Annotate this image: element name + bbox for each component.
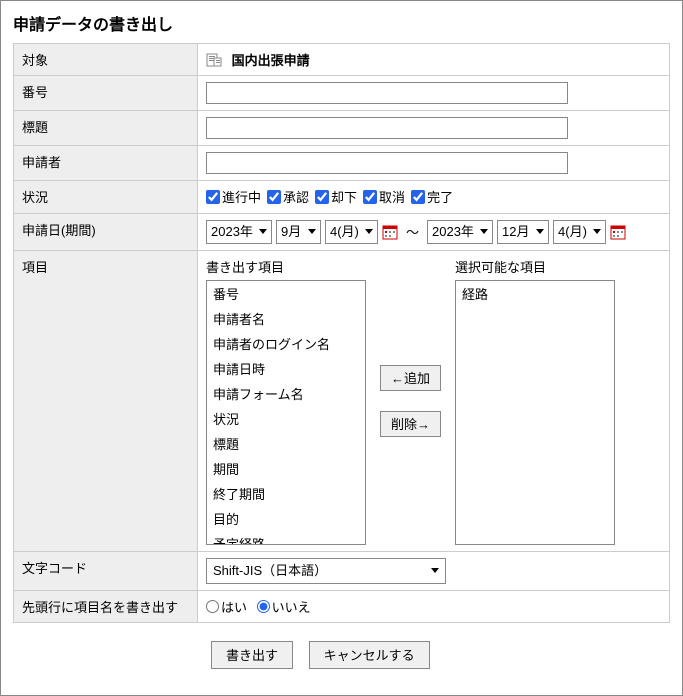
cell-status: 進行中 承認 却下 取消 完了 (198, 181, 670, 214)
label-status: 状況 (14, 181, 198, 214)
export-listbox[interactable]: 番号申請者名申請者のログイン名申請日時申請フォーム名状況標題期間終了期間目的予定… (206, 280, 366, 545)
cancel-button[interactable]: キャンセルする (309, 641, 430, 669)
cell-encoding: Shift-JIS（日本語） (198, 551, 670, 590)
status-checkbox-4[interactable]: 完了 (411, 187, 453, 206)
number-input[interactable] (206, 82, 568, 104)
label-subject: 標題 (14, 111, 198, 146)
status-checkbox-0[interactable]: 進行中 (206, 187, 261, 206)
radio-no-label[interactable]: いいえ (257, 597, 311, 616)
encoding-select[interactable]: Shift-JIS（日本語） (206, 558, 446, 584)
page-title: 申請データの書き出し (13, 11, 670, 35)
add-button[interactable]: ←追加 (380, 365, 441, 391)
status-checkbox-text: 進行中 (222, 187, 261, 206)
date-separator: ～ (406, 222, 419, 241)
cell-items: 書き出す項目 番号申請者名申請者のログイン名申請日時申請フォーム名状況標題期間終… (198, 250, 670, 551)
cell-target: 国内出張申請 (198, 44, 670, 76)
label-headerrow: 先頭行に項目名を書き出す (14, 590, 198, 622)
list-item[interactable]: 終了期間 (207, 481, 365, 506)
status-checkbox-input[interactable] (411, 190, 425, 204)
status-checkbox-input[interactable] (315, 190, 329, 204)
list-item[interactable]: 期間 (207, 456, 365, 481)
form-table: 対象 国内出張申請 番号 標題 申請者 (13, 43, 670, 623)
list-item[interactable]: 申請日時 (207, 356, 365, 381)
label-number: 番号 (14, 76, 198, 111)
export-list-title: 書き出す項目 (206, 257, 366, 276)
list-item[interactable]: 標題 (207, 431, 365, 456)
status-checkbox-1[interactable]: 承認 (267, 187, 309, 206)
subject-input[interactable] (206, 117, 568, 139)
label-encoding: 文字コード (14, 551, 198, 590)
label-applicant: 申請者 (14, 146, 198, 181)
cell-applicant (198, 146, 670, 181)
list-item[interactable]: 番号 (207, 281, 365, 306)
status-checkbox-text: 完了 (427, 187, 453, 206)
label-date: 申請日(期間) (14, 213, 198, 250)
cell-subject (198, 111, 670, 146)
footer: 書き出す キャンセルする (13, 633, 670, 669)
avail-listbox[interactable]: 経路 (455, 280, 615, 545)
from-day-select[interactable]: 4(月) (325, 220, 378, 244)
to-year-select[interactable]: 2023年 (427, 220, 493, 244)
list-item[interactable]: 状況 (207, 406, 365, 431)
avail-list-title: 選択可能な項目 (455, 257, 615, 276)
status-checkbox-input[interactable] (206, 190, 220, 204)
label-target: 対象 (14, 44, 198, 76)
list-item[interactable]: 経路 (456, 281, 614, 306)
radio-no[interactable] (257, 600, 270, 613)
status-checkbox-text: 取消 (379, 187, 405, 206)
list-item[interactable]: 申請者名 (207, 306, 365, 331)
list-item[interactable]: 申請者のログイン名 (207, 331, 365, 356)
dialog: 申請データの書き出し 対象 国内出張申請 番号 標題 申請者 (0, 0, 683, 696)
to-month-select[interactable]: 12月 (497, 220, 549, 244)
radio-no-text: いいえ (272, 597, 311, 616)
calendar-icon[interactable] (610, 224, 626, 240)
status-checkbox-2[interactable]: 却下 (315, 187, 357, 206)
from-year-select[interactable]: 2023年 (206, 220, 272, 244)
to-day-select[interactable]: 4(月) (553, 220, 606, 244)
label-items: 項目 (14, 250, 198, 551)
list-item[interactable]: 目的 (207, 506, 365, 531)
remove-button[interactable]: 削除→ (380, 411, 441, 437)
radio-yes-text: はい (221, 597, 247, 616)
status-checkbox-3[interactable]: 取消 (363, 187, 405, 206)
list-item[interactable]: 予定経路 (207, 531, 365, 545)
list-item[interactable]: 申請フォーム名 (207, 381, 365, 406)
document-icon (206, 53, 222, 67)
applicant-input[interactable] (206, 152, 568, 174)
from-month-select[interactable]: 9月 (276, 220, 321, 244)
status-checkbox-input[interactable] (267, 190, 281, 204)
cell-number (198, 76, 670, 111)
radio-yes[interactable] (206, 600, 219, 613)
status-checkbox-text: 却下 (331, 187, 357, 206)
target-value: 国内出張申請 (232, 53, 310, 68)
calendar-icon[interactable] (382, 224, 398, 240)
status-checkbox-text: 承認 (283, 187, 309, 206)
cell-headerrow: はい いいえ (198, 590, 670, 622)
status-checkbox-input[interactable] (363, 190, 377, 204)
radio-yes-label[interactable]: はい (206, 597, 247, 616)
cell-date: 2023年 9月 4(月) ～ 2023年 12月 4(月) (198, 213, 670, 250)
export-button[interactable]: 書き出す (211, 641, 293, 669)
